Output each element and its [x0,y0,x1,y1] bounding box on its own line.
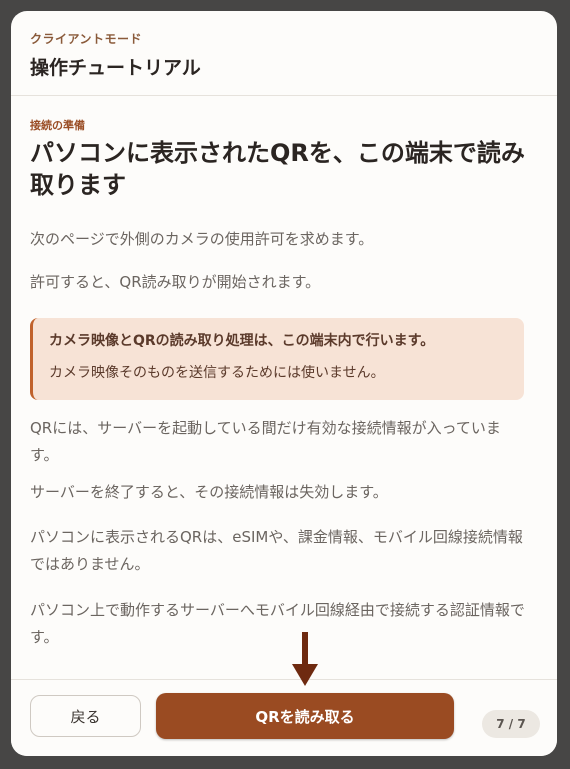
privacy-callout: カメラ映像とQRの読み取り処理は、この端末内で行います。 カメラ映像そのものを送… [30,318,524,400]
down-arrow-icon [292,632,318,686]
step-label: 接続の準備 [30,119,85,132]
header: クライアントモード 操作チュートリアル [11,11,557,96]
callout-text: カメラ映像そのものを送信するためには使いません。 [49,365,385,381]
detail-text-4: パソコン上で動作するサーバーへモバイル回線経由で接続する認証情報です。 [30,601,525,646]
instruction-text-2: 許可すると、QR読み取りが開始されます。 [30,273,321,291]
tutorial-card: クライアントモード 操作チュートリアル 接続の準備 パソコンに表示されたQRを、… [11,11,557,756]
instruction-text-1: 次のページで外側のカメラの使用許可を求めます。 [30,230,374,248]
step-title: パソコンに表示されたQRを、この端末で読み取ります [30,139,525,199]
mode-label: クライアントモード [30,32,143,46]
detail-text-2: サーバーを終了すると、その接続情報は失効します。 [30,483,388,501]
scan-qr-button[interactable]: QRを読み取る [156,693,454,739]
tutorial-title: 操作チュートリアル [30,57,201,79]
footer: 戻る QRを読み取る 7 / 7 [11,679,557,756]
detail-text-1: QRには、サーバーを起動している間だけ有効な接続情報が入っています。 [30,419,501,464]
back-button[interactable]: 戻る [30,695,141,737]
detail-text-3: パソコンに表示されるQRは、eSIMや、課金情報、モバイル回線接続情報ではありま… [30,528,523,573]
page-indicator: 7 / 7 [482,710,540,738]
callout-heading: カメラ映像とQRの読み取り処理は、この端末内で行います。 [49,333,435,349]
content-area[interactable]: 接続の準備 パソコンに表示されたQRを、この端末で読み取ります 次のページで外側… [30,96,526,679]
